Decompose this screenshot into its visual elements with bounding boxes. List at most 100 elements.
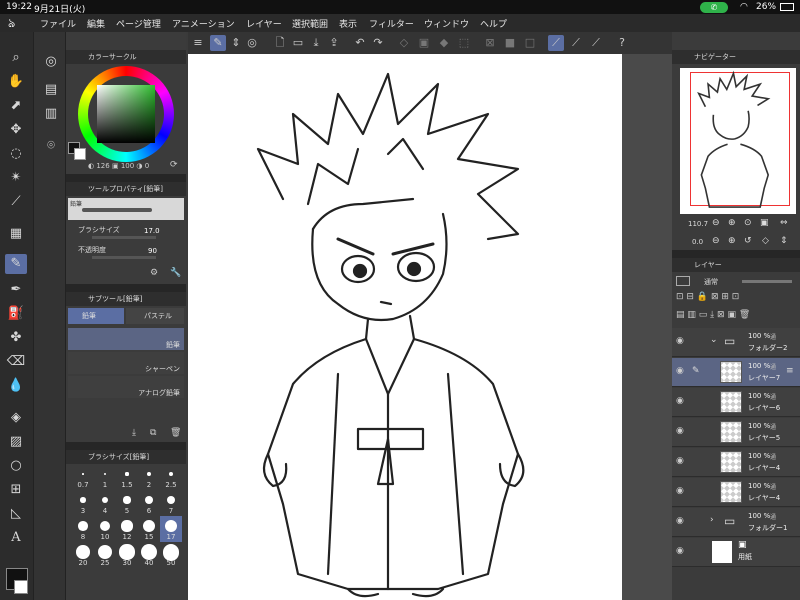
panel-icon[interactable]: ▤ [40, 80, 62, 100]
brush-size-option[interactable]: 7 [160, 490, 182, 516]
merge-down-icon[interactable]: ⤓ [710, 310, 714, 320]
airbrush-icon[interactable]: ⛽ [5, 304, 27, 324]
help-icon[interactable]: ? [614, 35, 630, 51]
navigator-preview[interactable] [680, 68, 796, 214]
special-ruler-snap-icon[interactable]: ⟋ [568, 35, 584, 51]
new-raster-layer-icon[interactable]: ▤ [676, 310, 685, 320]
menu-selection[interactable]: 選択範囲 [292, 17, 328, 30]
text-icon[interactable]: A [5, 528, 27, 548]
layer-color-icon[interactable] [676, 276, 690, 286]
layer-folder-row[interactable]: ◉ ⌄ ▭ 100 % 通フォルダー2 [672, 328, 800, 357]
camera-icon[interactable]: ⌾ [40, 136, 62, 156]
hand-icon[interactable]: ✋ [5, 72, 27, 92]
reference-icon[interactable]: ⊟ [686, 292, 694, 302]
wrench-icon[interactable]: 🔧 [170, 268, 181, 278]
reset-rotation-icon[interactable]: ↺ [744, 236, 752, 246]
eye-icon[interactable]: ◉ [676, 456, 684, 466]
eraser-icon[interactable]: ⌫ [5, 352, 27, 372]
eye-icon[interactable]: ◉ [676, 546, 684, 556]
menu-edit[interactable]: 編集 [87, 17, 105, 30]
sub-tool-tab-pastel[interactable]: パステル [126, 308, 184, 324]
brush-size-option[interactable]: 2.5 [160, 464, 182, 490]
new-vector-layer-icon[interactable]: ▥ [687, 310, 696, 320]
mask-enable-icon[interactable]: ⊞ [721, 292, 729, 302]
sub-color-swatch[interactable] [74, 148, 86, 160]
open-folder-icon[interactable]: ▭ [290, 35, 306, 51]
selection-box-icon[interactable]: □ [522, 35, 538, 51]
mask-icon[interactable]: ▣ [727, 310, 736, 320]
brush-size-option[interactable]: 6 [138, 490, 160, 516]
blend-icon[interactable]: 💧 [5, 376, 27, 396]
delete-layer-icon[interactable]: 🗑 [739, 310, 750, 320]
frame-icon[interactable]: ⊞ [5, 480, 27, 500]
brush-size-slider[interactable] [92, 236, 156, 239]
blend-mode-select[interactable]: 通常 [704, 277, 718, 287]
gradient-icon[interactable]: ▨ [5, 432, 27, 452]
layer-opacity-slider[interactable] [742, 280, 792, 283]
deselect-icon[interactable]: ⊠ [482, 35, 498, 51]
brush-size-option[interactable]: 40 [138, 542, 160, 568]
layer-row[interactable]: ◉ 100 % 通レイヤー5 [672, 418, 800, 447]
gallery-icon[interactable]: ◎ [244, 35, 260, 51]
ruler-show-icon[interactable]: ⊡ [732, 292, 740, 302]
chevron-right-icon[interactable]: › [710, 515, 714, 525]
copy-icon[interactable]: ▣ [416, 35, 432, 51]
lasso-icon[interactable]: ◌ [5, 144, 27, 164]
saturation-value-square[interactable] [97, 85, 155, 143]
lock-icon[interactable]: 🔒 [697, 292, 708, 302]
eye-icon[interactable]: ◉ [676, 426, 684, 436]
sub-tool-item-pencil[interactable]: 鉛筆 [68, 328, 184, 350]
menu-filter[interactable]: フィルター [369, 17, 414, 30]
zoom-icon[interactable]: ⌕ [5, 48, 27, 68]
brush-size-option[interactable]: 2 [138, 464, 160, 490]
brush-size-option[interactable]: 10 [94, 516, 116, 542]
brush-size-option[interactable]: 4 [94, 490, 116, 516]
eye-icon[interactable]: ◉ [676, 486, 684, 496]
layer-row[interactable]: ◉ 100 % 通レイヤー4 [672, 478, 800, 507]
fill-selection-icon[interactable]: ◆ [436, 35, 452, 51]
panel-icon-2[interactable]: ▥ [40, 104, 62, 124]
decoration-icon[interactable]: ✤ [5, 328, 27, 348]
background-color-swatch[interactable] [14, 580, 28, 594]
brush-size-option[interactable]: 25 [94, 542, 116, 568]
brush-size-option[interactable]: 15 [138, 516, 160, 542]
eye-icon[interactable]: ◉ [676, 366, 684, 376]
canvas-paper[interactable] [188, 54, 622, 600]
opacity-value[interactable]: 90 [148, 247, 157, 255]
brush-size-option[interactable]: 5 [116, 490, 138, 516]
brush-size-option[interactable]: 12 [116, 516, 138, 542]
undo-icon[interactable]: ↶ [352, 35, 368, 51]
layer-menu-icon[interactable]: ≡ [786, 366, 794, 376]
pen-icon[interactable]: ✒ [5, 280, 27, 300]
zoom-in-icon[interactable]: ⊕ [728, 218, 736, 228]
invert-selection-icon[interactable]: ■ [502, 35, 518, 51]
menu-page[interactable]: ページ管理 [116, 17, 161, 30]
export-icon[interactable]: ⇪ [326, 35, 342, 51]
brush-size-option[interactable]: 50 [160, 542, 182, 568]
brush-size-option[interactable]: 30 [116, 542, 138, 568]
layer-folder-row[interactable]: ◉ › ▭ 100 % 通フォルダー1 [672, 508, 800, 537]
pencil-icon[interactable]: ✎ [5, 254, 27, 274]
clear-icon[interactable]: ⬚ [456, 35, 472, 51]
brush-size-option[interactable]: 0.7 [72, 464, 94, 490]
zoom-out-icon[interactable]: ⊖ [712, 218, 720, 228]
transform-icon[interactable]: ◇ [396, 35, 412, 51]
menu-window[interactable]: ウィンドウ [424, 17, 469, 30]
paper-layer-row[interactable]: ◉ ▣ 用紙 [672, 538, 800, 567]
eye-icon[interactable]: ◉ [676, 336, 684, 346]
save-icon[interactable]: ⤓ [308, 35, 324, 51]
chevron-down-icon[interactable]: ⌄ [710, 335, 718, 345]
hamburger-menu-icon[interactable]: ≡ [190, 35, 206, 51]
menu-animation[interactable]: アニメーション [172, 17, 235, 30]
navigator-target-icon[interactable]: ◎ [40, 52, 62, 72]
brush-size-option[interactable]: 20 [72, 542, 94, 568]
layer-row[interactable]: ◉ ✎ 100 % 通レイヤー7 ≡ [672, 358, 800, 387]
trash-icon[interactable]: 🗑 [170, 428, 181, 438]
zoom-fit-icon[interactable]: ⊙ [744, 218, 752, 228]
app-logo-icon[interactable]: ঌ [8, 16, 22, 30]
expand-icon[interactable]: ⇕ [228, 35, 244, 51]
rotation-value[interactable]: 0.0 [692, 238, 703, 246]
figure-icon[interactable]: ○ [5, 456, 27, 476]
edit-mode-icon[interactable]: ✎ [210, 35, 226, 51]
rotate-right-icon[interactable]: ⊕ [728, 236, 736, 246]
